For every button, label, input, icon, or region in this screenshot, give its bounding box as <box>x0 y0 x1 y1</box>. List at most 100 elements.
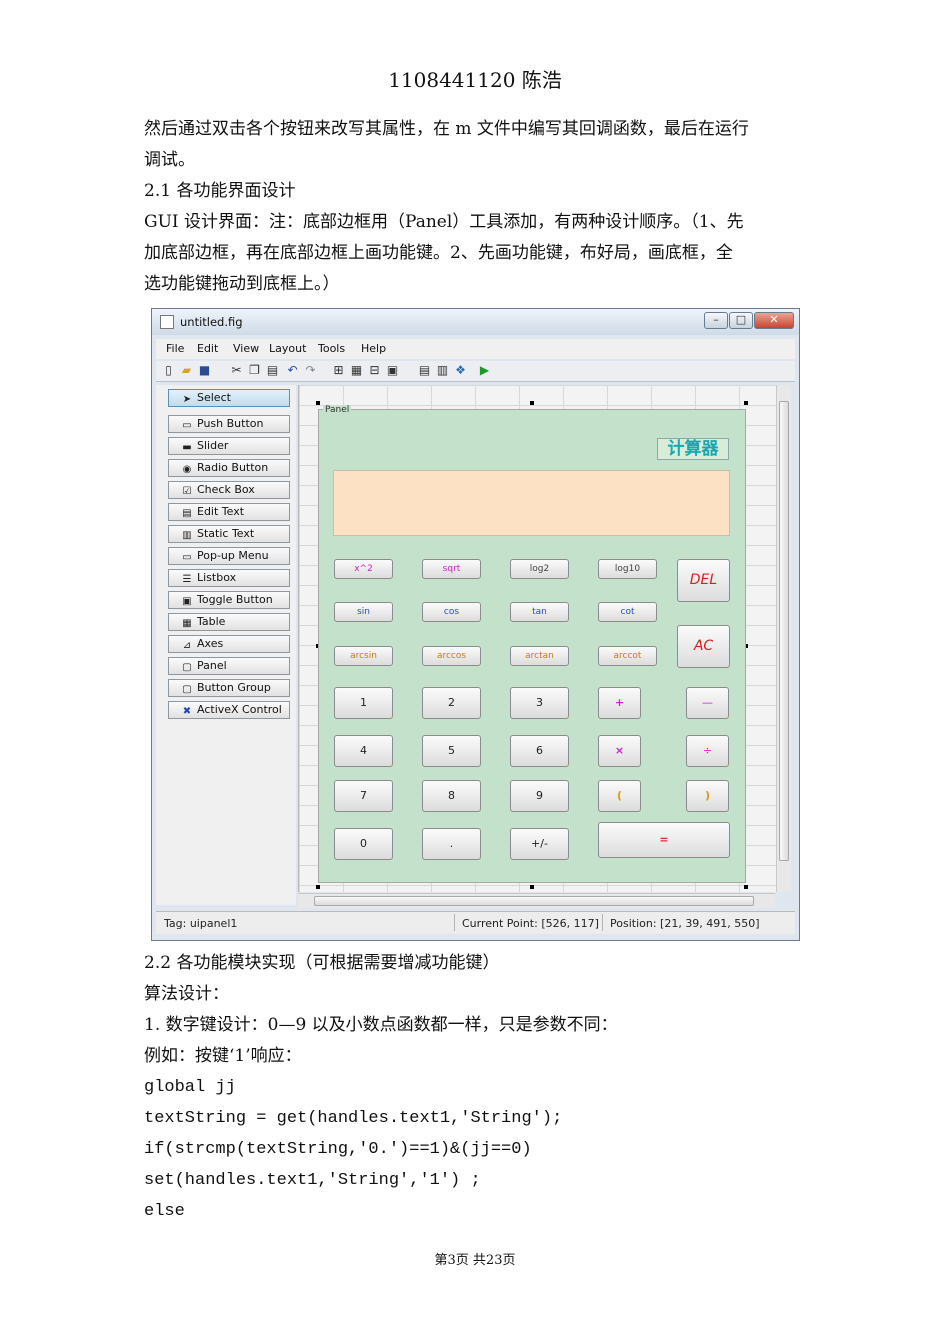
palette-toggle-button[interactable]: ▣ Toggle Button <box>168 591 290 609</box>
close-paren-button[interactable]: ) <box>686 780 729 812</box>
menu-help[interactable]: Help <box>361 342 386 355</box>
open-paren-button[interactable]: ( <box>598 780 641 812</box>
palette-static-text[interactable]: ▥ Static Text <box>168 525 290 543</box>
palette-label: Listbox <box>197 571 237 584</box>
property-inspector-icon[interactable]: ▥ <box>436 364 449 377</box>
equals-button[interactable]: = <box>598 822 730 858</box>
paste-icon[interactable]: ▤ <box>266 364 279 377</box>
square-button[interactable]: x^2 <box>334 559 393 579</box>
palette-label: Button Group <box>197 681 271 694</box>
open-folder-icon[interactable]: ▰ <box>180 364 193 377</box>
menu-tools[interactable]: Tools <box>318 342 345 355</box>
arccos-button[interactable]: arccos <box>422 646 481 666</box>
menu-editor-icon[interactable]: ▦ <box>350 364 363 377</box>
toggle-button-icon: ▣ <box>182 596 192 607</box>
cos-button[interactable]: cos <box>422 602 481 622</box>
palette-check-box[interactable]: ☑ Check Box <box>168 481 290 499</box>
palette-axes[interactable]: ⊿ Axes <box>168 635 290 653</box>
listbox-icon: ☰ <box>182 574 192 585</box>
toolbar-editor-icon[interactable]: ▣ <box>386 364 399 377</box>
arcsin-button[interactable]: arcsin <box>334 646 393 666</box>
m-file-editor-icon[interactable]: ▤ <box>418 364 431 377</box>
menu-file[interactable]: File <box>166 342 184 355</box>
log2-button[interactable]: log2 <box>510 559 569 579</box>
sin-button[interactable]: sin <box>334 602 393 622</box>
selection-handle[interactable] <box>530 401 534 405</box>
palette-radio-button[interactable]: ◉ Radio Button <box>168 459 290 477</box>
maximize-icon[interactable]: □ <box>729 312 753 329</box>
static-text-icon: ▥ <box>182 530 192 541</box>
arrow-cursor-icon: ➤ <box>182 394 192 405</box>
digit-0-button[interactable]: 0 <box>334 828 393 860</box>
align-icon[interactable]: ⊞ <box>332 364 345 377</box>
window-title: untitled.fig <box>180 315 243 329</box>
section-heading: 2.2 各功能模块实现（可根据需要增减功能键） <box>144 953 500 973</box>
selection-handle[interactable] <box>744 401 748 405</box>
palette-panel[interactable]: ▢ Panel <box>168 657 290 675</box>
run-icon[interactable]: ▶ <box>478 364 491 377</box>
menu-edit[interactable]: Edit <box>197 342 218 355</box>
digit-7-button[interactable]: 7 <box>334 780 393 812</box>
sqrt-button[interactable]: sqrt <box>422 559 481 579</box>
palette-edit-text[interactable]: ▤ Edit Text <box>168 503 290 521</box>
close-icon[interactable]: ✕ <box>754 312 794 329</box>
scroll-thumb[interactable] <box>314 896 754 906</box>
selection-handle[interactable] <box>530 885 534 889</box>
del-button[interactable]: DEL <box>677 559 730 602</box>
slider-icon: ▬ <box>182 442 192 453</box>
palette-select-button[interactable]: ➤ Select <box>168 389 290 407</box>
digit-9-button[interactable]: 9 <box>510 780 569 812</box>
palette-slider[interactable]: ▬ Slider <box>168 437 290 455</box>
palette-popup-menu[interactable]: ▭ Pop-up Menu <box>168 547 290 565</box>
save-icon[interactable]: ■ <box>198 364 211 377</box>
status-bar: Tag: uipanel1 Current Point: [526, 117] … <box>156 911 795 934</box>
undo-icon[interactable]: ↶ <box>286 364 299 377</box>
arctan-button[interactable]: arctan <box>510 646 569 666</box>
calculator-panel[interactable]: Panel 计算器 x^2 sqrt log2 log10 sin cos ta… <box>318 405 746 883</box>
tan-button[interactable]: tan <box>510 602 569 622</box>
palette-push-button[interactable]: ▭ Push Button <box>168 415 290 433</box>
ac-button[interactable]: AC <box>677 625 730 668</box>
arccot-button[interactable]: arccot <box>598 646 657 666</box>
vertical-scrollbar[interactable] <box>776 385 791 892</box>
palette-activex[interactable]: ✖ ActiveX Control <box>168 701 290 719</box>
multiply-button[interactable]: × <box>598 735 641 767</box>
digit-1-button[interactable]: 1 <box>334 687 393 719</box>
object-browser-icon[interactable]: ❖ <box>454 364 467 377</box>
minus-button[interactable]: — <box>686 687 729 719</box>
digit-6-button[interactable]: 6 <box>510 735 569 767</box>
sign-toggle-button[interactable]: +/- <box>510 828 569 860</box>
panel-title: Panel <box>323 405 352 415</box>
cot-button[interactable]: cot <box>598 602 657 622</box>
selection-handle[interactable] <box>316 885 320 889</box>
selection-handle[interactable] <box>744 885 748 889</box>
divide-button[interactable]: ÷ <box>686 735 729 767</box>
tab-order-icon[interactable]: ⊟ <box>368 364 381 377</box>
new-file-icon[interactable]: ▯ <box>162 364 175 377</box>
digit-2-button[interactable]: 2 <box>422 687 481 719</box>
digit-3-button[interactable]: 3 <box>510 687 569 719</box>
log10-button[interactable]: log10 <box>598 559 657 579</box>
calculator-display[interactable] <box>333 470 730 536</box>
redo-icon[interactable]: ↷ <box>304 364 317 377</box>
palette-table[interactable]: ▦ Table <box>168 613 290 631</box>
menu-layout[interactable]: Layout <box>269 342 306 355</box>
digit-4-button[interactable]: 4 <box>334 735 393 767</box>
digit-8-button[interactable]: 8 <box>422 780 481 812</box>
paragraph-line: 选功能键拖动到底框上。） <box>144 274 340 294</box>
minimize-icon[interactable]: – <box>704 312 728 329</box>
copy-icon[interactable]: ❐ <box>248 364 261 377</box>
cut-icon[interactable]: ✂ <box>230 364 243 377</box>
decimal-point-button[interactable]: . <box>422 828 481 860</box>
menu-view[interactable]: View <box>233 342 259 355</box>
palette-button-group[interactable]: ▢ Button Group <box>168 679 290 697</box>
page-header: 1108441120 陈浩 <box>388 68 562 92</box>
palette-listbox[interactable]: ☰ Listbox <box>168 569 290 587</box>
scroll-thumb[interactable] <box>779 401 789 861</box>
digit-5-button[interactable]: 5 <box>422 735 481 767</box>
palette-label: Table <box>197 615 226 628</box>
palette-label: Check Box <box>197 483 255 496</box>
horizontal-scrollbar[interactable] <box>298 893 775 908</box>
plus-button[interactable]: + <box>598 687 641 719</box>
selection-handle[interactable] <box>316 401 320 405</box>
